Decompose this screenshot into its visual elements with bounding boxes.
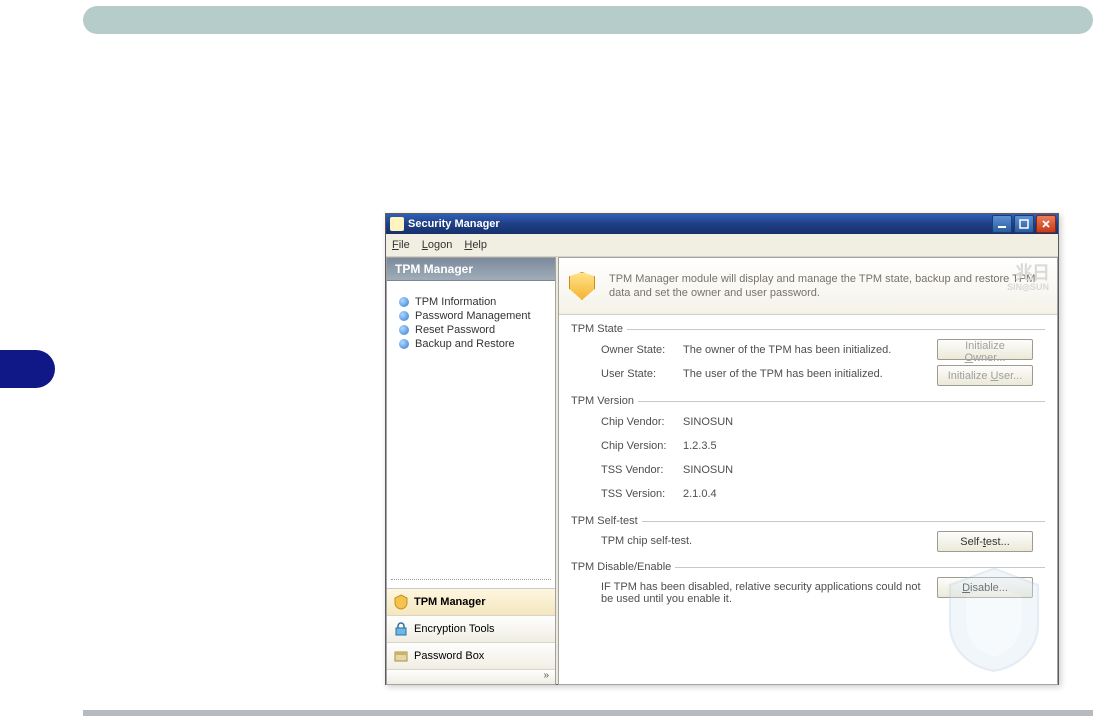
chip-version-label: Chip Version: bbox=[601, 440, 683, 452]
menu-file-label: ile bbox=[399, 239, 410, 251]
maximize-icon bbox=[1019, 219, 1029, 229]
menu-logon-label: ogon bbox=[428, 239, 452, 251]
bullet-icon bbox=[399, 325, 409, 335]
password-box-icon bbox=[393, 648, 409, 664]
sidebar-collapse-toggle[interactable]: » bbox=[387, 670, 555, 684]
selftest-desc: TPM chip self-test. bbox=[571, 533, 692, 549]
close-button[interactable] bbox=[1036, 215, 1056, 233]
group-tpm-selftest: TPM Self-test TPM chip self-test. Self-t… bbox=[571, 515, 1045, 549]
group-heading: TPM Disable/Enable bbox=[571, 561, 1045, 573]
group-tpm-disable-enable: TPM Disable/Enable IF TPM has been disab… bbox=[571, 561, 1045, 607]
initialize-user-button[interactable]: Initialize User... bbox=[937, 365, 1033, 386]
group-tpm-version: TPM Version Chip Vendor: SINOSUN Chip Ve… bbox=[571, 395, 1045, 503]
window-title: Security Manager bbox=[408, 218, 992, 230]
minimize-button[interactable] bbox=[992, 215, 1012, 233]
nav-label: Reset Password bbox=[415, 324, 495, 336]
nav-section-label: TPM Manager bbox=[414, 596, 486, 608]
menu-help[interactable]: Help bbox=[464, 239, 487, 251]
sidebar-header: TPM Manager bbox=[387, 258, 555, 281]
vendor-logo: 兆日 SIN◎SUN bbox=[981, 264, 1049, 300]
window-controls bbox=[992, 215, 1056, 233]
content-panel: TPM Manager module will display and mana… bbox=[558, 257, 1058, 685]
sidebar-separator bbox=[391, 579, 551, 588]
security-manager-window: Security Manager File Logon Help TPM Man… bbox=[385, 213, 1059, 685]
nav-section-tpm-manager[interactable]: TPM Manager bbox=[387, 589, 555, 616]
tss-version-label: TSS Version: bbox=[601, 488, 683, 500]
nav-label: TPM Information bbox=[415, 296, 496, 308]
initialize-owner-button[interactable]: Initialize Owner... bbox=[937, 339, 1033, 360]
nav-tpm-information[interactable]: TPM Information bbox=[399, 295, 547, 309]
group-tpm-state: TPM State Owner State: The owner of the … bbox=[571, 323, 1045, 383]
bullet-icon bbox=[399, 311, 409, 321]
user-state-label: User State: bbox=[601, 368, 683, 380]
menu-logon[interactable]: Logon bbox=[422, 239, 453, 251]
side-index-tab bbox=[0, 350, 55, 388]
selftest-button[interactable]: Self-test... bbox=[937, 531, 1033, 552]
chip-version-value: 1.2.3.5 bbox=[683, 440, 1045, 452]
group-heading: TPM Self-test bbox=[571, 515, 1045, 527]
sidebar-bottom-nav: TPM Manager Encryption Tools Password Bo… bbox=[387, 588, 555, 684]
bullet-icon bbox=[399, 339, 409, 349]
nav-reset-password[interactable]: Reset Password bbox=[399, 323, 547, 337]
sidebar: TPM Manager TPM Information Password Man… bbox=[386, 257, 556, 685]
logo-top: 兆日 bbox=[981, 264, 1049, 282]
titlebar[interactable]: Security Manager bbox=[386, 214, 1058, 234]
disable-button[interactable]: Disable... bbox=[937, 577, 1033, 598]
owner-state-label: Owner State: bbox=[601, 344, 683, 356]
tss-vendor-value: SINOSUN bbox=[683, 464, 1045, 476]
menu-file[interactable]: File bbox=[392, 239, 410, 251]
menubar: File Logon Help bbox=[386, 234, 1058, 257]
nav-password-management[interactable]: Password Management bbox=[399, 309, 547, 323]
menu-help-label: elp bbox=[472, 239, 487, 251]
page-header-bar bbox=[83, 6, 1093, 34]
panel-body: TPM State Owner State: The owner of the … bbox=[559, 315, 1057, 684]
disable-desc: IF TPM has been disabled, relative secur… bbox=[571, 579, 921, 607]
nav-label: Password Management bbox=[415, 310, 531, 322]
maximize-button[interactable] bbox=[1014, 215, 1034, 233]
minimize-icon bbox=[997, 219, 1007, 229]
close-icon bbox=[1041, 219, 1051, 229]
bullet-icon bbox=[399, 297, 409, 307]
nav-backup-restore[interactable]: Backup and Restore bbox=[399, 337, 547, 351]
nav-section-label: Encryption Tools bbox=[414, 623, 495, 635]
encryption-tools-icon bbox=[393, 621, 409, 637]
chip-vendor-value: SINOSUN bbox=[683, 416, 1045, 428]
nav-section-password-box[interactable]: Password Box bbox=[387, 643, 555, 670]
nav-tree: TPM Information Password Management Rese… bbox=[387, 281, 555, 573]
tpm-manager-icon bbox=[393, 594, 409, 610]
tss-vendor-label: TSS Vendor: bbox=[601, 464, 683, 476]
chip-vendor-label: Chip Vendor: bbox=[601, 416, 683, 428]
page-footer-bar bbox=[83, 710, 1093, 716]
nav-section-encryption-tools[interactable]: Encryption Tools bbox=[387, 616, 555, 643]
tss-version-value: 2.1.0.4 bbox=[683, 488, 1045, 500]
nav-section-label: Password Box bbox=[414, 650, 484, 662]
group-heading: TPM State bbox=[571, 323, 1045, 335]
logo-bottom: SIN◎SUN bbox=[981, 282, 1049, 292]
nav-label: Backup and Restore bbox=[415, 338, 515, 350]
app-icon bbox=[390, 217, 404, 231]
content-banner: TPM Manager module will display and mana… bbox=[559, 258, 1057, 315]
group-heading: TPM Version bbox=[571, 395, 1045, 407]
shield-icon bbox=[569, 272, 595, 300]
chevron-down-icon: » bbox=[543, 670, 549, 681]
